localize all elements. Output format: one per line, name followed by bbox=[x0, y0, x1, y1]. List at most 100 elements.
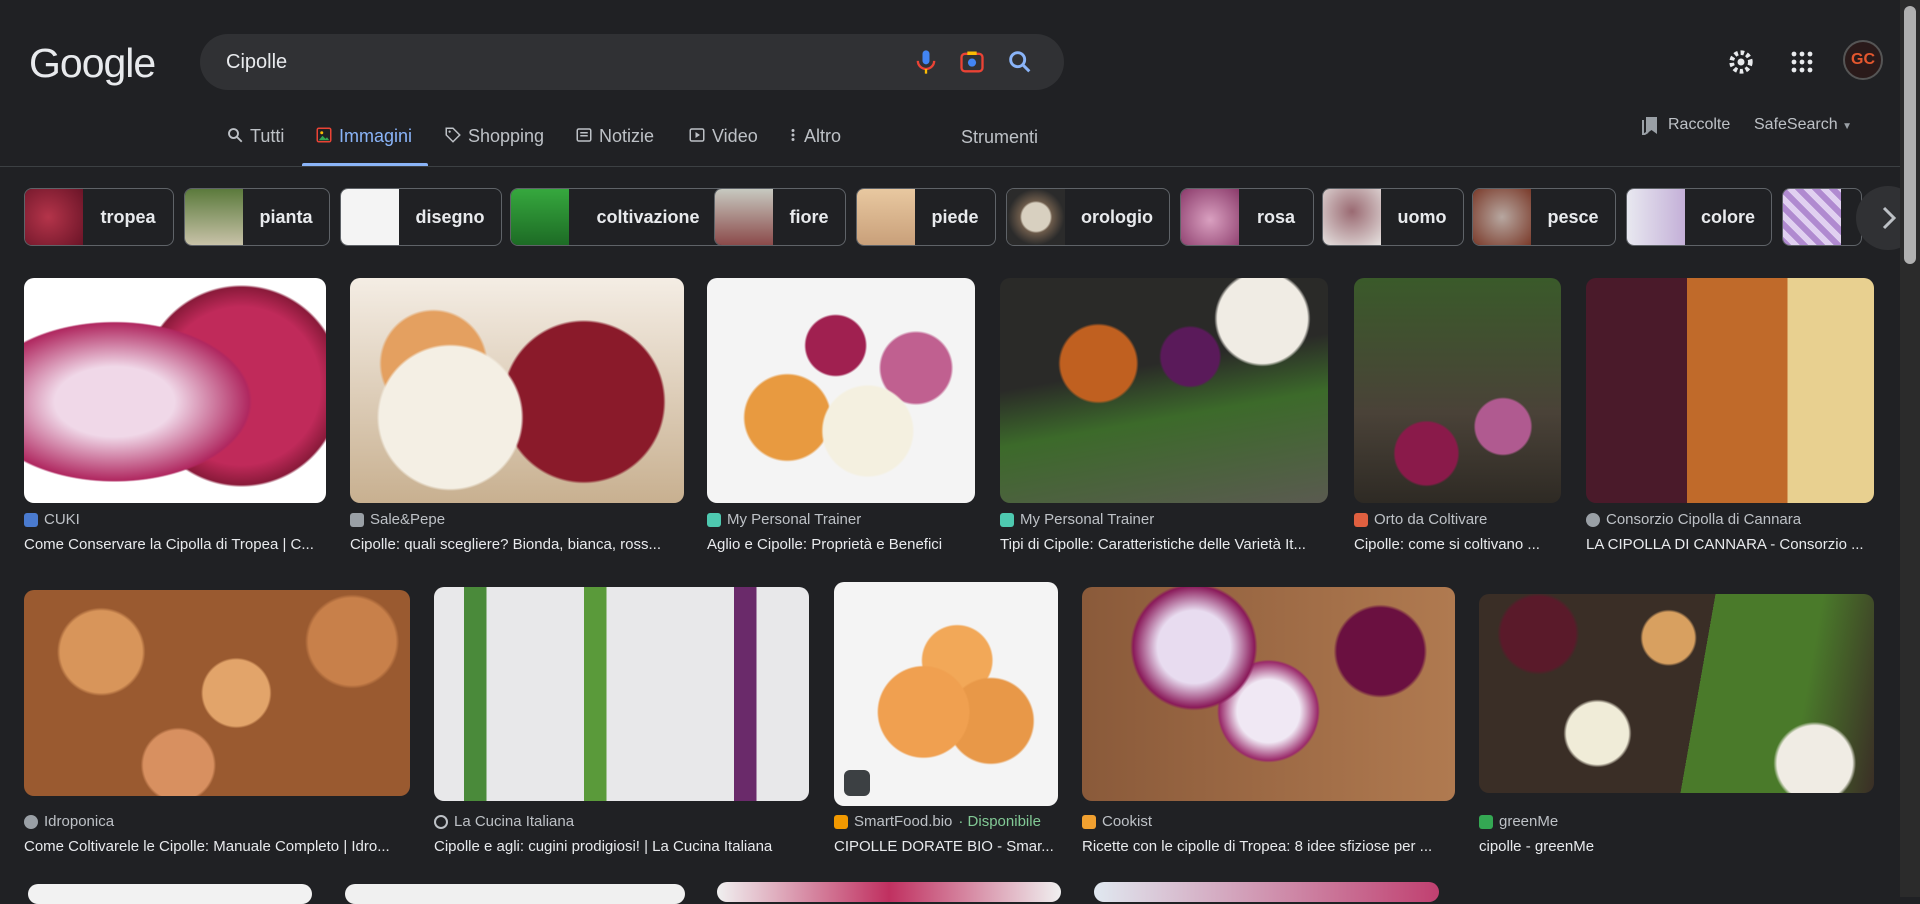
chip-disegno[interactable]: disegno bbox=[340, 188, 502, 246]
microphone-icon[interactable] bbox=[912, 48, 940, 76]
search-icon bbox=[228, 128, 243, 143]
chip-orologio[interactable]: orologio bbox=[1006, 188, 1170, 246]
result-image bbox=[1586, 278, 1874, 503]
news-icon bbox=[576, 128, 592, 142]
gear-icon[interactable] bbox=[1727, 48, 1755, 76]
result-source: Consorzio Cipolla di Cannara bbox=[1586, 511, 1801, 528]
more-vert-icon bbox=[791, 129, 795, 141]
tab-immagini[interactable]: Immagini bbox=[315, 126, 412, 166]
favicon-icon bbox=[434, 814, 448, 829]
result-image bbox=[24, 590, 410, 796]
search-icon[interactable] bbox=[1006, 48, 1034, 76]
favicon-icon bbox=[834, 814, 848, 829]
chip-partial[interactable] bbox=[1782, 188, 1862, 246]
chip-thumbnail bbox=[25, 189, 83, 245]
result-image bbox=[1082, 587, 1455, 801]
result-source: SmartFood.bio · Disponibile bbox=[834, 813, 1041, 830]
chip-pesce[interactable]: pesce bbox=[1472, 188, 1616, 246]
result-image bbox=[717, 882, 1061, 902]
chip-label: orologio bbox=[1081, 206, 1153, 227]
chip-label: uomo bbox=[1397, 206, 1447, 227]
search-input[interactable]: Cipolle bbox=[226, 51, 287, 74]
chip-label: colore bbox=[1700, 206, 1756, 227]
result-source: My Personal Trainer bbox=[707, 511, 861, 528]
result-image bbox=[1094, 882, 1439, 902]
chip-fiore[interactable]: fiore bbox=[714, 188, 846, 246]
chip-label: pianta bbox=[259, 206, 313, 227]
chip-thumbnail bbox=[1323, 189, 1381, 245]
tab-label: Notizie bbox=[599, 126, 655, 146]
chip-label: coltivazione bbox=[596, 206, 700, 227]
chip-thumbnail bbox=[341, 189, 399, 245]
apps-grid-icon[interactable] bbox=[1790, 50, 1814, 74]
favicon-icon bbox=[350, 512, 364, 527]
play-icon bbox=[689, 128, 705, 142]
caret-down-icon: ▼ bbox=[1842, 121, 1852, 132]
result-image bbox=[350, 278, 684, 503]
result-title[interactable]: Cipolle: quali scegliere? Bionda, bianca… bbox=[350, 536, 684, 553]
tab-notizie[interactable]: Notizie bbox=[575, 126, 654, 166]
chip-thumbnail bbox=[1473, 189, 1531, 245]
result-image bbox=[28, 884, 312, 904]
favicon-icon bbox=[1586, 512, 1600, 527]
chip-tropea[interactable]: tropea bbox=[24, 188, 174, 246]
chip-thumbnail bbox=[857, 189, 915, 245]
result-source: My Personal Trainer bbox=[1000, 511, 1154, 528]
chip-label: fiore bbox=[789, 206, 829, 227]
search-box[interactable]: Cipolle bbox=[200, 34, 1064, 90]
tag-icon bbox=[445, 127, 461, 143]
tab-shopping[interactable]: Shopping bbox=[444, 126, 544, 166]
chip-pianta[interactable]: pianta bbox=[184, 188, 330, 246]
result-title[interactable]: Ricette con le cipolle di Tropea: 8 idee… bbox=[1082, 838, 1455, 855]
result-source: greenMe bbox=[1479, 813, 1558, 830]
chip-label: piede bbox=[931, 206, 979, 227]
chip-thumbnail bbox=[715, 189, 773, 245]
shopping-tag-icon bbox=[844, 770, 870, 796]
result-title[interactable]: LA CIPOLLA DI CANNARA - Consorzio ... bbox=[1586, 536, 1874, 553]
result-title[interactable]: Come Coltivarele le Cipolle: Manuale Com… bbox=[24, 838, 410, 855]
result-title[interactable]: Come Conservare la Cipolla di Tropea | C… bbox=[24, 536, 326, 553]
scrollbar-thumb[interactable] bbox=[1904, 6, 1916, 264]
tab-label: Shopping bbox=[468, 126, 545, 146]
result-title[interactable]: Cipolle: come si coltivano ... bbox=[1354, 536, 1561, 553]
chip-thumbnail bbox=[511, 189, 569, 245]
tab-label: Altro bbox=[804, 126, 842, 146]
result-title[interactable]: CIPOLLE DORATE BIO - Smar... bbox=[834, 838, 1058, 855]
chip-colore[interactable]: colore bbox=[1626, 188, 1772, 246]
chip-coltivazione[interactable]: coltivazione bbox=[510, 188, 728, 246]
favicon-icon bbox=[24, 512, 38, 527]
favicon-icon bbox=[1082, 814, 1096, 829]
tab-tutti[interactable]: Tutti bbox=[226, 126, 284, 166]
chip-thumbnail bbox=[1627, 189, 1685, 245]
result-title[interactable]: Cipolle e agli: cugini prodigiosi! | La … bbox=[434, 838, 809, 855]
safesearch-dropdown[interactable]: SafeSearch ▼ bbox=[1754, 116, 1852, 134]
google-logo[interactable]: Google bbox=[29, 40, 156, 87]
chip-thumbnail bbox=[185, 189, 243, 245]
collections-label: Raccolte bbox=[1668, 116, 1731, 133]
tab-altro[interactable]: Altro bbox=[788, 126, 841, 166]
chip-rosa[interactable]: rosa bbox=[1180, 188, 1314, 246]
chip-uomo[interactable]: uomo bbox=[1322, 188, 1464, 246]
tab-video[interactable]: Video bbox=[688, 126, 758, 166]
favicon-icon bbox=[707, 512, 721, 527]
collections-button[interactable]: Raccolte bbox=[1642, 115, 1730, 135]
chip-label: rosa bbox=[1256, 206, 1296, 227]
result-source: Orto da Coltivare bbox=[1354, 511, 1487, 528]
avatar[interactable]: GC bbox=[1843, 40, 1883, 80]
camera-lens-icon[interactable] bbox=[958, 48, 986, 76]
chip-piede[interactable]: piede bbox=[856, 188, 996, 246]
favicon-icon bbox=[1000, 512, 1014, 527]
chip-thumbnail bbox=[1181, 189, 1239, 245]
result-image bbox=[24, 278, 326, 503]
result-title[interactable]: Tipi di Cipolle: Caratteristiche delle V… bbox=[1000, 536, 1328, 553]
safesearch-label: SafeSearch bbox=[1754, 116, 1838, 133]
result-source: La Cucina Italiana bbox=[434, 813, 574, 830]
result-title[interactable]: cipolle - greenMe bbox=[1479, 838, 1874, 855]
result-image bbox=[345, 884, 685, 904]
tools-button[interactable]: Strumenti bbox=[961, 127, 1038, 148]
result-source: Cookist bbox=[1082, 813, 1152, 830]
favicon-icon bbox=[1479, 814, 1493, 829]
result-title[interactable]: Aglio e Cipolle: Proprietà e Benefici bbox=[707, 536, 975, 553]
result-image bbox=[1000, 278, 1328, 503]
tab-label: Video bbox=[712, 126, 758, 146]
